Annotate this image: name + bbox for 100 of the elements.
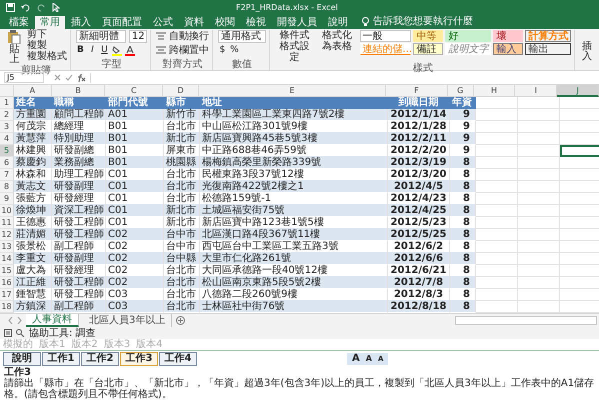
ribbon-tab[interactable]: 校閱 (210, 16, 240, 29)
format-button[interactable]: U (100, 46, 109, 55)
format-button[interactable]: B (76, 46, 85, 55)
cell-style-button[interactable]: 說明文字 (445, 43, 492, 55)
table-cell: 科學工業園區工業東四路7號2樓 (200, 109, 388, 121)
format-table-button[interactable]: 格式化為表格 (317, 30, 357, 52)
row-header[interactable]: 15 (0, 265, 14, 277)
ribbon-tab[interactable]: 檢視 (241, 16, 271, 29)
table-cell: 2012/4/5 (388, 181, 450, 193)
column-header[interactable]: J (557, 85, 599, 97)
wrap-text-button[interactable]: 自動換行 (168, 32, 209, 42)
row-header[interactable]: 8 (0, 181, 14, 193)
tell-me-field[interactable]: 告訴我您想要執行什麼 (373, 14, 473, 29)
cell-style-button[interactable]: 輸入 (493, 43, 524, 55)
table-cell: 松山區南京東路5段5號2樓 (200, 277, 388, 289)
row-header[interactable]: 7 (0, 169, 14, 181)
table-cell: 2012/7/8 (388, 277, 450, 289)
table-cell: 台中市 (164, 229, 200, 241)
group-label: 數值 (232, 59, 252, 70)
row-header[interactable]: 5 (0, 145, 14, 157)
table-cell: 研發副理 (52, 253, 106, 265)
window-title: F2P1_HRData.xlsx - Excel (236, 3, 338, 12)
cell-style-button[interactable]: 備註 (413, 43, 444, 55)
cell-style-button[interactable]: 一般 (360, 30, 412, 42)
cell-style-button[interactable]: 好 (445, 30, 492, 42)
row-header[interactable]: 2 (0, 109, 14, 121)
table-cell: 莊清媚 (14, 229, 52, 241)
number-format-button[interactable]: $ (218, 46, 227, 55)
table-cell: C02 (106, 253, 164, 265)
ribbon-tab[interactable]: 公式 (148, 16, 178, 29)
clipboard-button[interactable]: 剪下 (26, 30, 67, 40)
row-header[interactable]: 13 (0, 241, 14, 253)
table-cell: 黃慧萍 (14, 133, 52, 145)
row-header[interactable]: 6 (0, 157, 14, 169)
ribbon-tab[interactable]: 常用 (35, 16, 65, 29)
font-size-button[interactable]: A (352, 354, 360, 364)
row-header[interactable]: 9 (0, 193, 14, 205)
table-cell: C01 (106, 205, 164, 217)
task-button[interactable]: 工作4 (159, 352, 197, 366)
table-cell: 2012/2/11 (388, 133, 450, 145)
table-cell: 2012/4/25 (388, 205, 450, 217)
table-cell: 資深工程師 (52, 205, 106, 217)
cell-style-button[interactable]: 壞 (493, 30, 524, 42)
ribbon-tab[interactable]: 說明 (323, 16, 353, 29)
paste-button[interactable]: 貼上 (5, 30, 24, 65)
row-header[interactable]: 11 (0, 217, 14, 229)
table-cell: 光復南路422號2樓之1 (200, 181, 388, 193)
ribbon-tab[interactable]: 頁面配置 (97, 16, 147, 29)
task-button[interactable]: 工作1 (42, 352, 80, 366)
ribbon-tab[interactable]: 插入 (66, 16, 96, 29)
row-header[interactable]: 10 (0, 205, 14, 217)
row-header[interactable]: 17 (0, 289, 14, 301)
conditional-format-button[interactable]: 條件式格式設定 (274, 30, 314, 63)
accessibility-status[interactable]: 協助工具: 調查 (29, 328, 96, 338)
table-cell: 8 (450, 277, 476, 289)
cell-style-button[interactable]: 中等 (413, 30, 444, 42)
table-cell: 士林區社中街76號 (200, 301, 388, 313)
clipboard-button[interactable]: 複製 (26, 41, 67, 51)
row-header[interactable]: 3 (0, 121, 14, 133)
task-heading: 工作3 (4, 367, 31, 378)
table-cell: 8 (450, 301, 476, 313)
table-cell: 新店區寶興路45巷5號3樓 (200, 133, 388, 145)
table-cell: 副工程師 (52, 301, 106, 313)
format-button[interactable]: I (88, 46, 97, 55)
ribbon-tab[interactable]: 開發人員 (272, 16, 322, 29)
table-cell: 李重文 (14, 253, 52, 265)
header-cell: 到職日期 (388, 97, 450, 109)
row-header[interactable]: 4 (0, 133, 14, 145)
row-header[interactable]: 16 (0, 277, 14, 289)
column-header[interactable]: H (474, 85, 516, 97)
table-cell: 8 (450, 229, 476, 241)
number-format-field[interactable]: 通用格式 (218, 30, 266, 43)
font-size-button[interactable]: A (366, 355, 372, 363)
table-cell: C02 (106, 229, 164, 241)
task-button[interactable]: 工作3 (120, 352, 158, 366)
sheet-tab[interactable]: 人事資料 (26, 314, 79, 327)
name-box[interactable]: J5 (4, 72, 44, 83)
table-cell: 楊梅鎮高榮里新榮路339號 (200, 157, 388, 169)
ribbon-tab[interactable]: 檔案 (4, 16, 34, 29)
table-cell: 研發工程師 (52, 277, 106, 289)
cell-style-button[interactable]: 輸出 (525, 43, 572, 55)
table-cell: 台北市 (164, 181, 200, 193)
clipboard-button[interactable]: 複製格式 (26, 52, 67, 62)
table-cell: 新北市 (164, 205, 200, 217)
row-header[interactable]: 12 (0, 229, 14, 241)
row-header[interactable]: 1 (0, 97, 14, 109)
task-button[interactable]: 說明 (3, 352, 41, 366)
table-cell: 北區漢口路4段367號11樓 (200, 229, 388, 241)
font-size-field[interactable]: 12 (128, 30, 147, 43)
group-label: 字型 (101, 59, 122, 70)
row-header[interactable]: 18 (0, 301, 14, 313)
task-instructions: 請篩出「縣市」在「台北市」、「新北市」，「年資」超過3年(包含3年)以上的員工，複製到「北區人員3年以上」工作表中的A1儲存格。(請包含標題列且不帶任何格式)。 (4, 378, 595, 400)
ribbon-tab[interactable]: 資料 (179, 16, 209, 29)
task-button[interactable]: 工作2 (81, 352, 119, 366)
table-cell: 2012/1/14 (388, 109, 450, 121)
row-header[interactable]: 14 (0, 253, 14, 265)
insert-button[interactable]: 插入 (577, 42, 597, 62)
font-name-field[interactable]: 新細明體 (76, 30, 126, 43)
number-format-button[interactable]: % (230, 46, 239, 55)
merge-center-button[interactable]: 跨欄置中 (168, 46, 209, 56)
